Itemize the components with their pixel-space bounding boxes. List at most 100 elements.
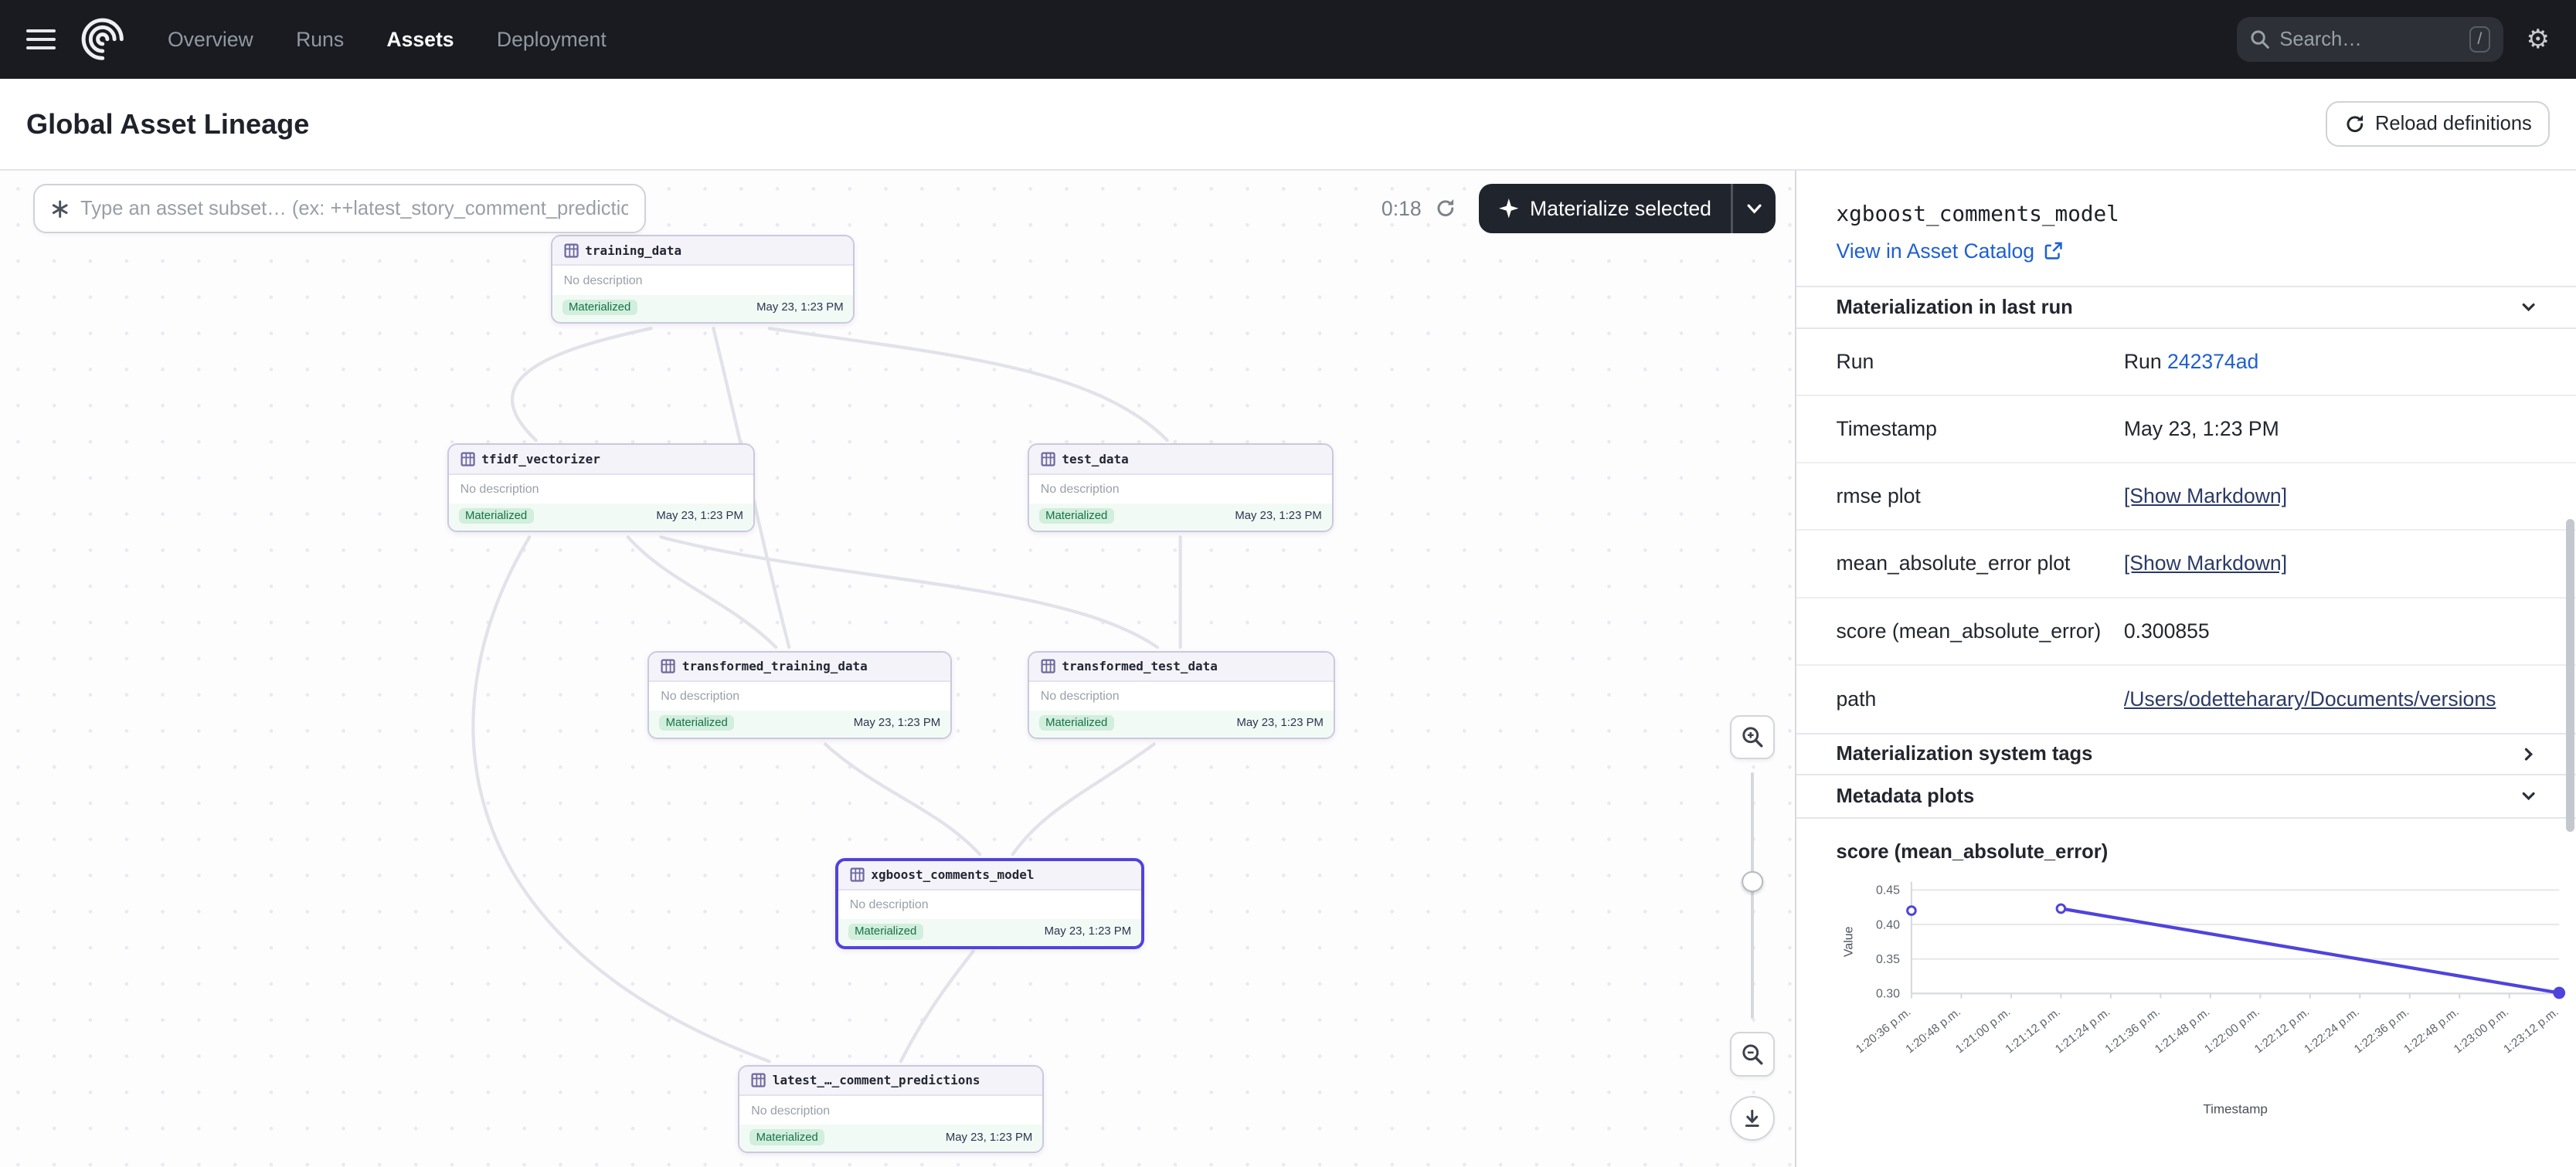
metadata-label: Timestamp	[1796, 417, 2123, 441]
refresh-button[interactable]	[1435, 198, 1456, 219]
svg-text:1:21:12 p.m.: 1:21:12 p.m.	[2003, 1006, 2063, 1057]
asset-node-xgboost_comments_model[interactable]: xgboost_comments_modelNo descriptionMate…	[835, 858, 1144, 949]
metadata-text: 0.300855	[2124, 619, 2210, 643]
asset-details-panel: xgboost_comments_model View in Asset Cat…	[1795, 171, 2576, 1166]
zoom-slider[interactable]	[1730, 772, 1774, 1019]
materialize-main[interactable]: Materialize selected	[1479, 197, 1731, 221]
section-metadata-plots[interactable]: Metadata plots	[1796, 775, 2576, 818]
sidebar-scrollbar[interactable]	[2566, 519, 2574, 831]
table-icon	[1041, 659, 1055, 673]
svg-text:0.45: 0.45	[1876, 884, 1900, 897]
metadata-label: score (mean_absolute_error)	[1796, 619, 2123, 643]
section-system-tags[interactable]: Materialization system tags	[1796, 733, 2576, 775]
selected-asset-name: xgboost_comments_model	[1837, 201, 2537, 226]
fit-view-button[interactable]	[1730, 1096, 1774, 1140]
fit-view-icon	[1742, 1108, 1762, 1128]
asset-node-name: xgboost_comments_model	[871, 867, 1034, 882]
metadata-label: Run	[1796, 350, 2123, 374]
chevron-down-icon	[2520, 788, 2537, 804]
lineage-graph[interactable]: training_data No description Materialized M…	[0, 171, 1795, 1166]
topnav-item-runs[interactable]: Runs	[296, 28, 344, 52]
edge-transformed_training_data-to-xgboost_comments_model	[825, 745, 980, 855]
table-icon	[751, 1073, 766, 1087]
topnav-item-deployment[interactable]: Deployment	[497, 28, 607, 52]
topnav-item-assets[interactable]: Assets	[386, 28, 454, 52]
asset-node-footer: MaterializedMay 23, 1:23 PM	[1029, 711, 1334, 738]
asset-node-transformed_training_data[interactable]: transformed_training_dataNo descriptionM…	[647, 651, 952, 739]
asset-node-latest_comment_predictions[interactable]: latest_…_comment_predictionsNo descripti…	[738, 1065, 1044, 1153]
asset-node-header: latest_…_comment_predictions	[739, 1067, 1042, 1096]
zoom-out-button[interactable]	[1730, 1032, 1774, 1076]
zoom-controls	[1729, 715, 1776, 1141]
dagster-logo-icon	[80, 17, 124, 61]
metadata-link[interactable]: [Show Markdown]	[2124, 484, 2287, 507]
zoom-in-button[interactable]	[1730, 715, 1774, 759]
dagster-logo[interactable]	[80, 17, 124, 61]
svg-text:Timestamp: Timestamp	[2204, 1102, 2268, 1117]
materialization-time: May 23, 1:23 PM	[854, 717, 940, 729]
metadata-row-path: path/Users/odetteharary/Documents/versio…	[1796, 666, 2576, 733]
edge-training_data-to-test_data	[770, 329, 1167, 441]
global-search[interactable]: /	[2237, 17, 2503, 61]
metadata-link[interactable]: [Show Markdown]	[2124, 551, 2287, 575]
metadata-link[interactable]: /Users/odetteharary/Documents/versions	[2124, 687, 2496, 711]
topnav-links: Overview Runs Assets Deployment	[168, 28, 607, 52]
metadata-row-run: RunRun 242374ad	[1796, 329, 2576, 396]
view-in-asset-catalog-link[interactable]: View in Asset Catalog	[1837, 239, 2537, 263]
last-run-table: RunRun 242374adTimestampMay 23, 1:23 PMr…	[1796, 329, 2576, 733]
edge-training_data-to-tfidf_vectorizer	[512, 329, 651, 441]
svg-text:1:22:36 p.m.: 1:22:36 p.m.	[2352, 1006, 2411, 1057]
edge-tfidf_vectorizer-to-transformed_test_data	[661, 538, 1157, 648]
top-navigation: Overview Runs Assets Deployment / ⚙	[0, 0, 2576, 79]
section-title: Materialization in last run	[1837, 297, 2073, 319]
materialize-dropdown-button[interactable]	[1733, 184, 1776, 233]
asset-node-name: training_data	[585, 243, 681, 258]
svg-text:1:20:36 p.m.: 1:20:36 p.m.	[1854, 1006, 1913, 1057]
search-input[interactable]	[2279, 29, 2459, 51]
svg-text:1:22:24 p.m.: 1:22:24 p.m.	[2302, 1006, 2362, 1057]
reload-definitions-button[interactable]: Reload definitions	[2326, 101, 2550, 148]
table-icon	[460, 452, 475, 466]
materialization-time: May 23, 1:23 PM	[756, 301, 843, 314]
metadata-row-score: score (mean_absolute_error)0.300855	[1796, 599, 2576, 666]
section-materialization-last-run[interactable]: Materialization in last run	[1796, 286, 2576, 328]
asset-node-training_data[interactable]: training_dataNo descriptionMaterializedM…	[551, 235, 855, 323]
search-icon	[2250, 29, 2270, 49]
edge-tfidf_vectorizer-to-latest_comment_predictions	[473, 538, 769, 1062]
svg-text:1:23:12 p.m.: 1:23:12 p.m.	[2502, 1006, 2561, 1057]
catalog-link-label: View in Asset Catalog	[1837, 239, 2035, 263]
asset-details-header: xgboost_comments_model View in Asset Cat…	[1796, 171, 2576, 286]
zoom-slider-track	[1751, 772, 1754, 1019]
metadata-row-rmse-plot: rmse plot[Show Markdown]	[1796, 463, 2576, 531]
materialization-time: May 23, 1:23 PM	[1235, 510, 1321, 522]
settings-gear-icon[interactable]: ⚙	[2527, 26, 2551, 53]
metadata-row-mean-absolute-error-plot: mean_absolute_error plot[Show Markdown]	[1796, 531, 2576, 598]
asset-node-header: transformed_training_data	[649, 653, 950, 682]
svg-text:1:20:48 p.m.: 1:20:48 p.m.	[1904, 1006, 1963, 1057]
asset-node-footer: Materialized May 23, 1:23 PM	[1029, 504, 1332, 531]
materialized-badge: Materialized	[1039, 508, 1114, 524]
asset-filter[interactable]	[33, 184, 647, 233]
asset-node-description: No description	[552, 266, 854, 294]
chevron-down-icon	[2520, 299, 2537, 315]
chevron-right-icon	[2520, 746, 2537, 762]
asset-node-transformed_test_data[interactable]: transformed_test_dataNo descriptionMater…	[1028, 651, 1335, 739]
zoom-in-icon	[1741, 725, 1764, 748]
table-icon	[1041, 452, 1055, 466]
asset-node-tfidf_vectorizer[interactable]: tfidf_vectorizerNo descriptionMaterializ…	[447, 443, 755, 531]
reload-icon	[2344, 114, 2366, 135]
asset-node-test_data[interactable]: test_dataNo descriptionMaterializedMay 2…	[1028, 443, 1334, 531]
asset-filter-input[interactable]	[80, 198, 628, 220]
svg-text:Value: Value	[1843, 927, 1856, 958]
materialized-badge: Materialized	[459, 508, 534, 524]
menu-icon[interactable]	[26, 29, 56, 49]
materialization-time: May 23, 1:23 PM	[656, 510, 743, 522]
zoom-slider-handle[interactable]	[1742, 871, 1763, 893]
materialize-selected-button[interactable]: Materialize selected	[1479, 184, 1776, 233]
svg-text:1:23:00 p.m.: 1:23:00 p.m.	[2452, 1006, 2511, 1057]
asset-node-name: transformed_training_data	[682, 659, 868, 673]
metadata-value: /Users/odetteharary/Documents/versions	[2124, 687, 2576, 711]
metadata-link[interactable]: 242374ad	[2167, 350, 2258, 373]
materialization-time: May 23, 1:23 PM	[1236, 717, 1323, 729]
topnav-item-overview[interactable]: Overview	[168, 28, 253, 52]
